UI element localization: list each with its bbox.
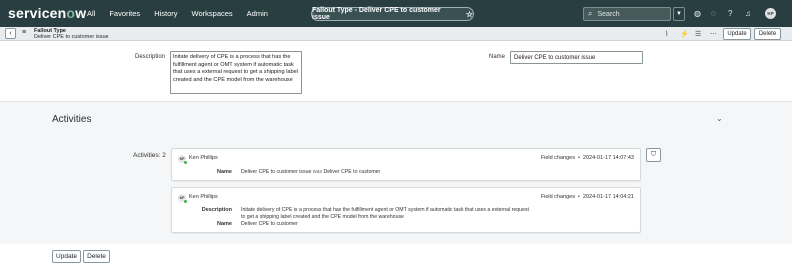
activity-user: Ken Phillips <box>189 155 218 161</box>
meta-separator: • <box>577 194 580 200</box>
header-update-button[interactable]: Update <box>723 28 751 40</box>
change-old-value: Deliver CPE to customer <box>323 169 381 175</box>
menu-all[interactable]: All <box>87 9 95 18</box>
activity-user-avatar: KP <box>178 194 187 203</box>
menu-admin[interactable]: Admin <box>247 9 268 18</box>
menu-workspaces[interactable]: Workspaces <box>192 9 233 18</box>
page-title-pill[interactable]: Fallout Type - Deliver CPE to customer i… <box>311 7 474 21</box>
activity-user: Ken Phillips <box>189 194 218 200</box>
description-field[interactable]: Initate delivery of CPE is a process tha… <box>170 51 302 94</box>
chevron-down-icon[interactable]: ⌄ <box>716 114 723 123</box>
user-avatar[interactable]: KP <box>765 8 776 19</box>
chat-icon[interactable]: ◌ <box>711 9 716 18</box>
change-field-value: Initate delivery of CPE is a process tha… <box>241 207 529 220</box>
paperclip-icon[interactable]: ⌇ <box>665 30 668 38</box>
meta-separator: • <box>577 155 580 161</box>
activity-type: Field changes <box>540 194 575 200</box>
main-menu: All Favorites History Workspaces Admin <box>87 9 282 18</box>
change-field-label: Description <box>201 207 232 213</box>
change-was-word: was <box>312 169 323 175</box>
change-field-value: Deliver CPE to customer <box>241 221 298 227</box>
more-icon[interactable]: ⋯ <box>710 30 717 38</box>
activities-count: Activities: 2 <box>133 152 166 159</box>
activity-user-avatar: KP <box>178 155 187 164</box>
filter-icon: ⛉ <box>650 151 657 158</box>
activity-entry: KP Ken Phillips Field changes • 2024-01-17… <box>171 187 641 233</box>
logo-text-a: servicen <box>8 5 67 21</box>
name-field[interactable]: Deliver CPE to customer issue <box>510 51 643 64</box>
bell-icon[interactable]: ♫ <box>745 9 751 18</box>
header-delete-button[interactable]: Delete <box>754 28 781 40</box>
global-search-input[interactable]: ⌕ Search <box>583 7 671 21</box>
activity-type: Field changes <box>540 155 575 161</box>
presence-dot <box>184 161 187 164</box>
change-new-value: Deliver CPE to customer issue <box>241 169 312 175</box>
footer-update-button[interactable]: Update <box>52 250 81 263</box>
logo-text-o: o <box>66 5 76 21</box>
page-title: Fallout Type - Deliver CPE to customer i… <box>312 7 441 21</box>
help-icon[interactable]: ? <box>728 9 732 18</box>
change-field-value: Deliver CPE to customer issue was Delive… <box>241 169 531 176</box>
description-label: Description <box>134 54 165 60</box>
activity-meta: Field changes • 2024-01-17 14:04:21 <box>541 194 634 200</box>
servicenow-logo[interactable]: servicenow <box>8 5 86 21</box>
menu-favorites[interactable]: Favorites <box>109 9 140 18</box>
activity-timestamp: 2024-01-17 14:04:21 <box>582 194 634 200</box>
menu-history[interactable]: History <box>154 9 177 18</box>
back-button[interactable]: ‹ <box>5 28 16 39</box>
activities-title: Activities <box>52 114 92 125</box>
search-icon: ⌕ <box>588 9 593 18</box>
change-field-label: Name <box>217 169 232 175</box>
chevron-left-icon: ‹ <box>9 30 12 37</box>
search-placeholder: Search <box>597 10 620 18</box>
top-navigation-bar: servicenow All Favorites History Workspa… <box>0 0 792 27</box>
activity-entry: KP Ken Phillips Field changes • 2024-01-17… <box>171 148 641 181</box>
star-icon[interactable]: ☆ <box>466 10 473 19</box>
hamburger-icon[interactable]: ≡ <box>22 29 26 36</box>
change-field-label: Name <box>217 221 232 227</box>
form-header: ‹ ≡ Fallout Type Deliver CPE to customer… <box>0 27 792 41</box>
activity-icon[interactable]: ⚡ <box>680 30 689 38</box>
sliders-icon[interactable]: ☰ <box>695 30 701 38</box>
footer-delete-button[interactable]: Delete <box>83 250 110 263</box>
activity-meta: Field changes • 2024-01-17 14:07:43 <box>541 155 634 161</box>
record-name: Deliver CPE to customer issue <box>34 34 109 40</box>
search-scope-dropdown[interactable]: ▼ <box>673 7 685 21</box>
globe-icon[interactable]: ◍ <box>694 9 701 18</box>
activity-timestamp: 2024-01-17 14:07:43 <box>582 155 634 161</box>
name-label: Name <box>488 54 505 60</box>
activity-filter-button[interactable]: ⛉ <box>646 148 661 162</box>
presence-dot <box>184 200 187 203</box>
logo-text-b: w <box>75 5 87 21</box>
